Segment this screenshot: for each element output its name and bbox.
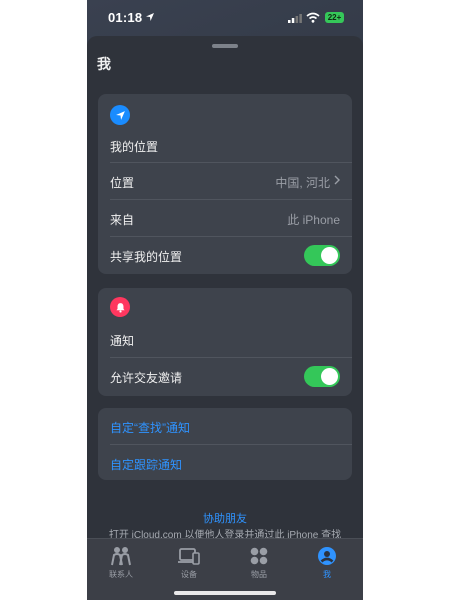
home-indicator[interactable]	[174, 591, 276, 595]
status-time: 01:18	[108, 10, 143, 25]
customize-tracking-notifications-label: 自定跟踪通知	[110, 458, 183, 472]
customize-tracking-notifications-link[interactable]: 自定跟踪通知	[110, 444, 352, 480]
me-sheet: 我 我的位置 位置 中国, 河北 来自 此 iPhone 共享我的位置 通知 允…	[87, 36, 363, 600]
phone-screen: 01:18 22+ 我 我的位置 位置 中国, 河北 来自 此 iPhone 共…	[87, 0, 363, 600]
notifications-card: 通知 允许交友邀请	[98, 288, 352, 396]
customize-find-notifications-label: 自定“查找”通知	[110, 421, 190, 435]
my-location-card: 我的位置 位置 中国, 河北 来自 此 iPhone 共享我的位置	[98, 94, 352, 274]
allow-friend-requests-row: 允许交友邀请	[110, 357, 352, 394]
toggle-knob	[321, 368, 338, 385]
from-row-label: 来自	[110, 213, 135, 227]
tab-devices[interactable]: 设备	[159, 545, 219, 580]
tab-me-label: 我	[323, 570, 331, 579]
me-icon	[318, 547, 336, 565]
custom-notifications-card: 自定“查找”通知 自定跟踪通知	[98, 408, 352, 480]
share-location-label: 共享我的位置	[110, 250, 183, 264]
tab-items-label: 物品	[251, 570, 267, 579]
tab-people-label: 联系人	[109, 570, 133, 579]
share-location-row: 共享我的位置	[110, 236, 352, 273]
toggle-knob	[321, 247, 338, 264]
my-location-heading: 我的位置	[110, 140, 159, 154]
items-icon	[250, 547, 268, 565]
wifi-icon	[306, 12, 320, 23]
customize-find-notifications-link[interactable]: 自定“查找”通知	[110, 408, 352, 444]
from-device-value: 此 iPhone	[287, 213, 340, 227]
tab-devices-label: 设备	[181, 570, 197, 579]
devices-icon	[178, 548, 200, 565]
notifications-heading: 通知	[110, 334, 135, 348]
status-bar: 01:18 22+	[87, 0, 363, 34]
page-title: 我	[97, 56, 111, 72]
location-arrow-icon	[110, 105, 130, 125]
tab-people[interactable]: 联系人	[91, 545, 151, 580]
location-row-label: 位置	[110, 176, 135, 190]
location-arrow-icon	[146, 13, 154, 21]
share-location-toggle[interactable]	[304, 245, 340, 266]
chevron-right-icon	[334, 175, 340, 185]
help-friend-link[interactable]: 协助朋友	[87, 510, 363, 526]
tab-bar: 联系人 设备 物品 我	[87, 538, 363, 600]
allow-friend-requests-label: 允许交友邀请	[110, 371, 183, 385]
location-value: 中国, 河北	[275, 176, 330, 190]
battery-indicator: 22+	[325, 12, 344, 23]
tab-me[interactable]: 我	[297, 545, 357, 580]
from-row: 来自 此 iPhone	[110, 199, 352, 236]
allow-friend-requests-toggle[interactable]	[304, 366, 340, 387]
cellular-signal-icon	[288, 14, 302, 23]
bell-icon	[110, 297, 130, 317]
tab-items[interactable]: 物品	[229, 545, 289, 580]
people-icon	[111, 547, 131, 566]
location-row[interactable]: 位置 中国, 河北	[110, 162, 352, 199]
sheet-grabber[interactable]	[212, 44, 238, 48]
